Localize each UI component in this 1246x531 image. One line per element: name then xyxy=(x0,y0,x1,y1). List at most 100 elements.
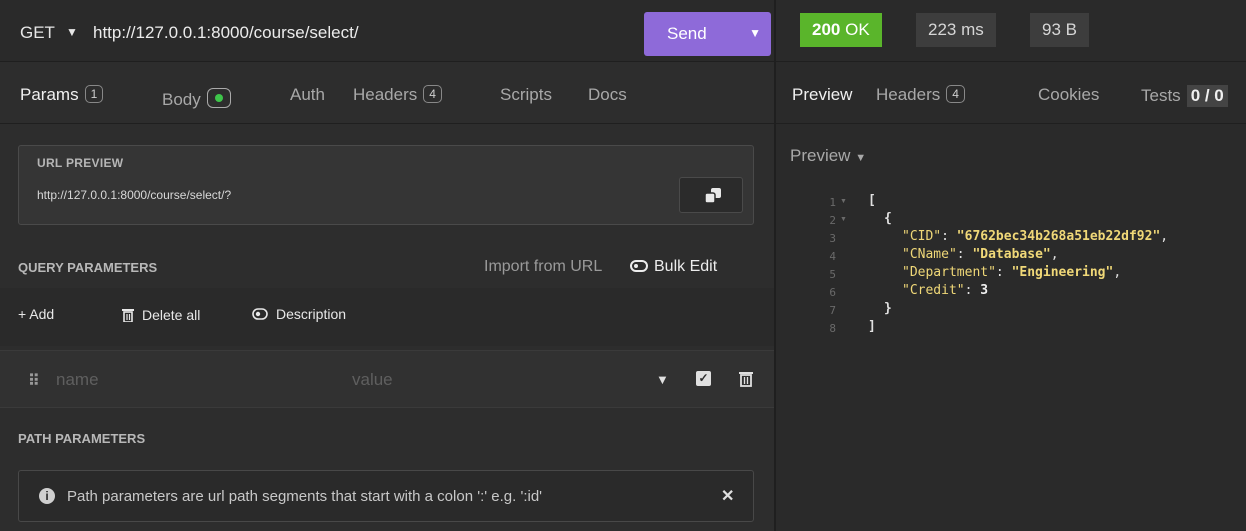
json-line: "Department": "Engineering", xyxy=(902,265,1122,280)
line-number: 3 xyxy=(829,232,836,245)
json-open-brace: { xyxy=(884,211,892,226)
description-label: Description xyxy=(276,306,347,322)
table-row: ⠿ name value ▼ ✓ xyxy=(0,350,774,408)
url-bar: GET ▼ http://127.0.0.1:8000/course/selec… xyxy=(0,0,774,62)
request-panel: GET ▼ http://127.0.0.1:8000/course/selec… xyxy=(0,0,774,531)
response-time: 223 ms xyxy=(916,13,996,47)
line-number: 1 xyxy=(829,196,836,209)
chevron-down-icon[interactable]: ▼ xyxy=(749,26,761,40)
json-close-brace: } xyxy=(884,301,892,316)
close-icon[interactable]: ✕ xyxy=(721,486,734,506)
status-code: 200 xyxy=(812,20,841,39)
json-line: "CName": "Database", xyxy=(902,247,1059,262)
tab-label: Body xyxy=(162,90,201,109)
preview-mode-dropdown[interactable]: Preview ▼ xyxy=(790,146,866,166)
toggle-icon xyxy=(252,308,268,320)
count-badge: 4 xyxy=(423,85,442,103)
param-name-input[interactable]: name xyxy=(56,370,99,390)
description-toggle[interactable]: Description xyxy=(252,306,346,322)
tab-label: Tests xyxy=(1141,86,1181,105)
json-line: "Credit": 3 xyxy=(902,283,989,298)
url-preview-text: http://127.0.0.1:8000/course/select/? xyxy=(37,188,232,202)
response-panel: 200 OK 223 ms 93 B Preview Headers 4 Cook… xyxy=(776,0,1246,531)
json-key: "CID" xyxy=(902,229,942,244)
response-body-viewer: 1 ▼ 2 ▼ 3 4 5 6 7 8 [ { "CID": "6762bec3… xyxy=(776,185,1246,531)
response-status-bar: 200 OK 223 ms 93 B xyxy=(776,0,1246,62)
url-input[interactable]: http://127.0.0.1:8000/course/select/ xyxy=(93,23,359,43)
drag-handle-icon[interactable]: ⠿ xyxy=(28,371,40,391)
tab-auth[interactable]: Auth xyxy=(290,85,325,105)
trash-icon[interactable] xyxy=(739,371,753,387)
path-parameters-title: PATH PARAMETERS xyxy=(18,431,146,446)
status-dot-icon xyxy=(206,88,231,108)
json-key: "CName" xyxy=(902,247,957,262)
param-value-input[interactable]: value xyxy=(352,370,393,390)
json-value: "Engineering" xyxy=(1011,265,1114,280)
enable-checkbox[interactable]: ✓ xyxy=(696,371,711,386)
tab-label: Headers xyxy=(876,85,941,104)
tab-scripts[interactable]: Scripts xyxy=(500,85,552,105)
json-value: 3 xyxy=(980,283,989,298)
tab-tests[interactable]: Tests 0 / 0 xyxy=(1141,85,1228,107)
method-selector[interactable]: GET xyxy=(20,23,55,43)
response-size: 93 B xyxy=(1030,13,1089,47)
line-number: 6 xyxy=(829,286,836,299)
bulk-edit-button[interactable]: Bulk Edit xyxy=(630,258,717,276)
send-button[interactable]: Send ▼ xyxy=(644,12,771,56)
json-key: "Credit" xyxy=(902,283,965,298)
preview-mode-label: Preview xyxy=(790,146,851,165)
count-badge: 4 xyxy=(946,85,965,103)
status-badge: 200 OK xyxy=(800,13,882,47)
url-preview: URL PREVIEW http://127.0.0.1:8000/course… xyxy=(18,145,754,225)
status-text: OK xyxy=(845,20,870,39)
line-number: 2 xyxy=(829,214,836,227)
toggle-icon xyxy=(630,260,648,272)
add-button[interactable]: + Add xyxy=(18,306,54,322)
tab-body[interactable]: Body xyxy=(162,85,231,110)
params-toolbar: + Add Delete all Description xyxy=(0,288,774,346)
tab-preview[interactable]: Preview xyxy=(792,85,852,105)
url-preview-title: URL PREVIEW xyxy=(37,156,124,170)
tab-cookies[interactable]: Cookies xyxy=(1038,85,1099,105)
path-note-text: Path parameters are url path segments th… xyxy=(67,488,543,505)
response-tabs: Preview Headers 4 Cookies Tests 0 / 0 xyxy=(776,62,1246,124)
import-from-url-button[interactable]: Import from URL xyxy=(484,258,602,276)
count-badge: 1 xyxy=(84,85,104,103)
chevron-down-icon[interactable]: ▼ xyxy=(66,25,78,39)
fold-icon[interactable]: ▼ xyxy=(840,198,847,205)
chevron-down-icon: ▼ xyxy=(855,152,867,164)
json-key: "Department" xyxy=(902,265,996,280)
json-open-bracket: [ xyxy=(868,193,876,208)
json-comma: , xyxy=(1113,265,1122,280)
delete-all-button[interactable]: Delete all xyxy=(122,306,200,323)
line-number: 4 xyxy=(829,250,836,263)
path-parameters-note: i Path parameters are url path segments … xyxy=(18,470,754,522)
tab-label: Scripts xyxy=(500,85,552,104)
query-parameters-title: QUERY PARAMETERS xyxy=(18,260,158,275)
send-label: Send xyxy=(667,24,707,43)
copy-button[interactable] xyxy=(679,177,743,213)
info-icon: i xyxy=(39,488,55,504)
copy-icon xyxy=(704,188,721,204)
line-number: 5 xyxy=(829,268,836,281)
tab-label: Params xyxy=(20,85,79,104)
tab-label: Auth xyxy=(290,85,325,104)
json-line: "CID": "6762bec34b268a51eb22df92", xyxy=(902,229,1169,244)
tab-label: Headers xyxy=(353,85,418,104)
tab-response-headers[interactable]: Headers 4 xyxy=(876,85,965,105)
bulk-edit-label: Bulk Edit xyxy=(654,258,718,275)
line-number: 7 xyxy=(829,304,836,317)
tab-docs[interactable]: Docs xyxy=(588,85,627,105)
line-number: 8 xyxy=(829,322,836,335)
json-comma: , xyxy=(1050,247,1059,262)
trash-icon xyxy=(122,309,134,323)
fold-icon[interactable]: ▼ xyxy=(840,216,847,223)
tab-label: Docs xyxy=(588,85,627,104)
json-value: "6762bec34b268a51eb22df92" xyxy=(956,229,1161,244)
request-tabs: Params 1 Body Auth Headers 4 Scripts Docs xyxy=(0,62,774,124)
tab-headers[interactable]: Headers 4 xyxy=(353,85,442,105)
delete-all-label: Delete all xyxy=(142,307,201,323)
tests-badge: 0 / 0 xyxy=(1186,85,1228,107)
chevron-down-icon[interactable]: ▼ xyxy=(656,372,669,387)
tab-params[interactable]: Params 1 xyxy=(20,85,104,105)
